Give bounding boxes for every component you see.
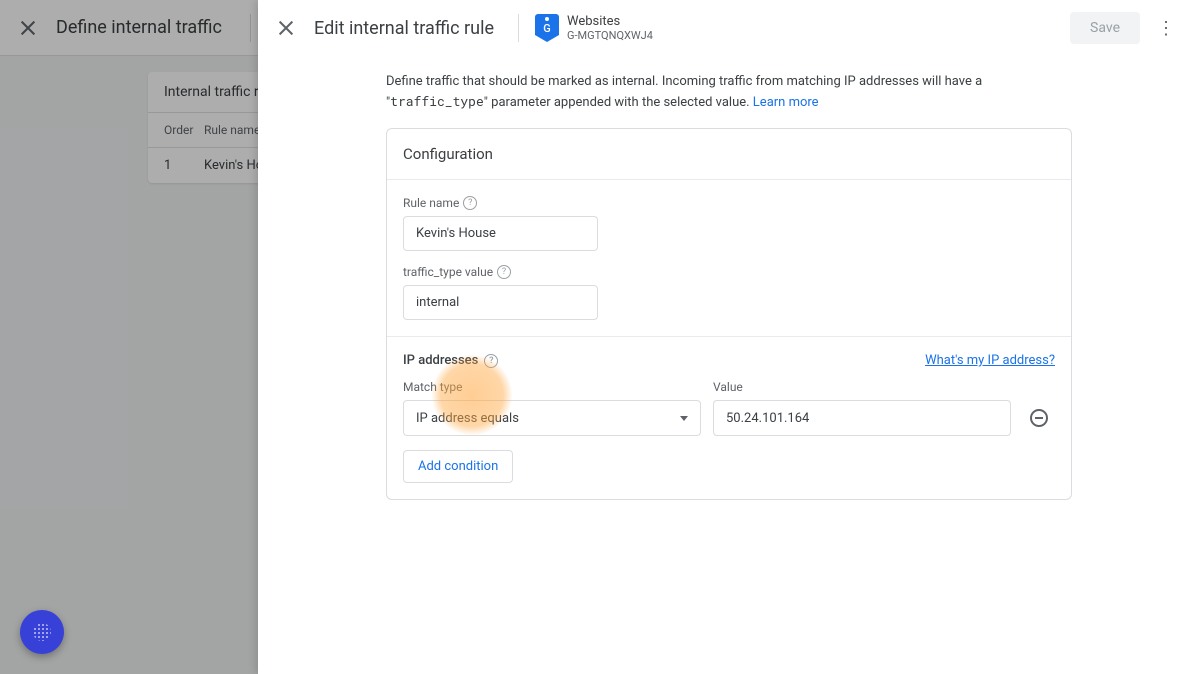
desc-code: traffic_type xyxy=(390,92,484,110)
add-condition-button[interactable]: Add condition xyxy=(403,450,513,483)
tag-icon: G xyxy=(535,14,559,42)
match-type-value: IP address equals xyxy=(416,411,519,426)
help-icon[interactable]: ? xyxy=(497,265,511,279)
ip-section: IP addresses ? What's my IP address? Mat… xyxy=(387,336,1071,499)
remove-condition-button[interactable] xyxy=(1023,400,1055,436)
traffic-type-label: traffic_type value ? xyxy=(403,265,1055,279)
configuration-card: Configuration Rule name ? traffic_type v… xyxy=(386,128,1072,500)
config-fields: Rule name ? traffic_type value ? xyxy=(387,180,1071,336)
close-icon[interactable] xyxy=(274,16,298,40)
more-menu-button[interactable]: ⋮ xyxy=(1148,10,1184,46)
ip-value-input[interactable] xyxy=(713,400,1011,436)
desc-suffix: " parameter appended with the selected v… xyxy=(484,95,753,110)
remove-icon xyxy=(1030,409,1048,427)
learn-more-link[interactable]: Learn more xyxy=(753,95,819,110)
chevron-down-icon xyxy=(680,416,688,421)
panel-tag-name: Websites xyxy=(567,14,653,29)
panel-body: Define traffic that should be marked as … xyxy=(258,56,1200,500)
value-label: Value xyxy=(713,380,1011,394)
match-type-select[interactable]: IP address equals xyxy=(403,400,701,436)
help-fab-button[interactable] xyxy=(20,610,64,654)
match-type-label: Match type xyxy=(403,380,701,394)
panel-header: Edit internal traffic rule G Websites G-… xyxy=(258,0,1200,56)
panel-tag-id: G-MGTQNQXWJ4 xyxy=(567,29,653,42)
config-title: Configuration xyxy=(387,129,1071,180)
help-icon[interactable]: ? xyxy=(463,196,477,210)
panel-property-tag: G Websites G-MGTQNQXWJ4 xyxy=(518,14,653,42)
save-button[interactable]: Save xyxy=(1070,12,1140,44)
help-icon[interactable]: ? xyxy=(484,354,498,368)
rule-name-input[interactable] xyxy=(403,216,598,251)
dots-icon xyxy=(33,623,51,641)
description-text: Define traffic that should be marked as … xyxy=(386,72,1072,112)
traffic-type-input[interactable] xyxy=(403,285,598,320)
ip-addresses-title: IP addresses ? xyxy=(403,353,498,368)
rule-name-label: Rule name ? xyxy=(403,196,1055,210)
edit-rule-panel: Edit internal traffic rule G Websites G-… xyxy=(258,0,1200,674)
panel-title: Edit internal traffic rule xyxy=(314,18,494,39)
whats-my-ip-link[interactable]: What's my IP address? xyxy=(925,353,1055,368)
ip-condition-row: Match type IP address equals Value xyxy=(403,380,1055,436)
